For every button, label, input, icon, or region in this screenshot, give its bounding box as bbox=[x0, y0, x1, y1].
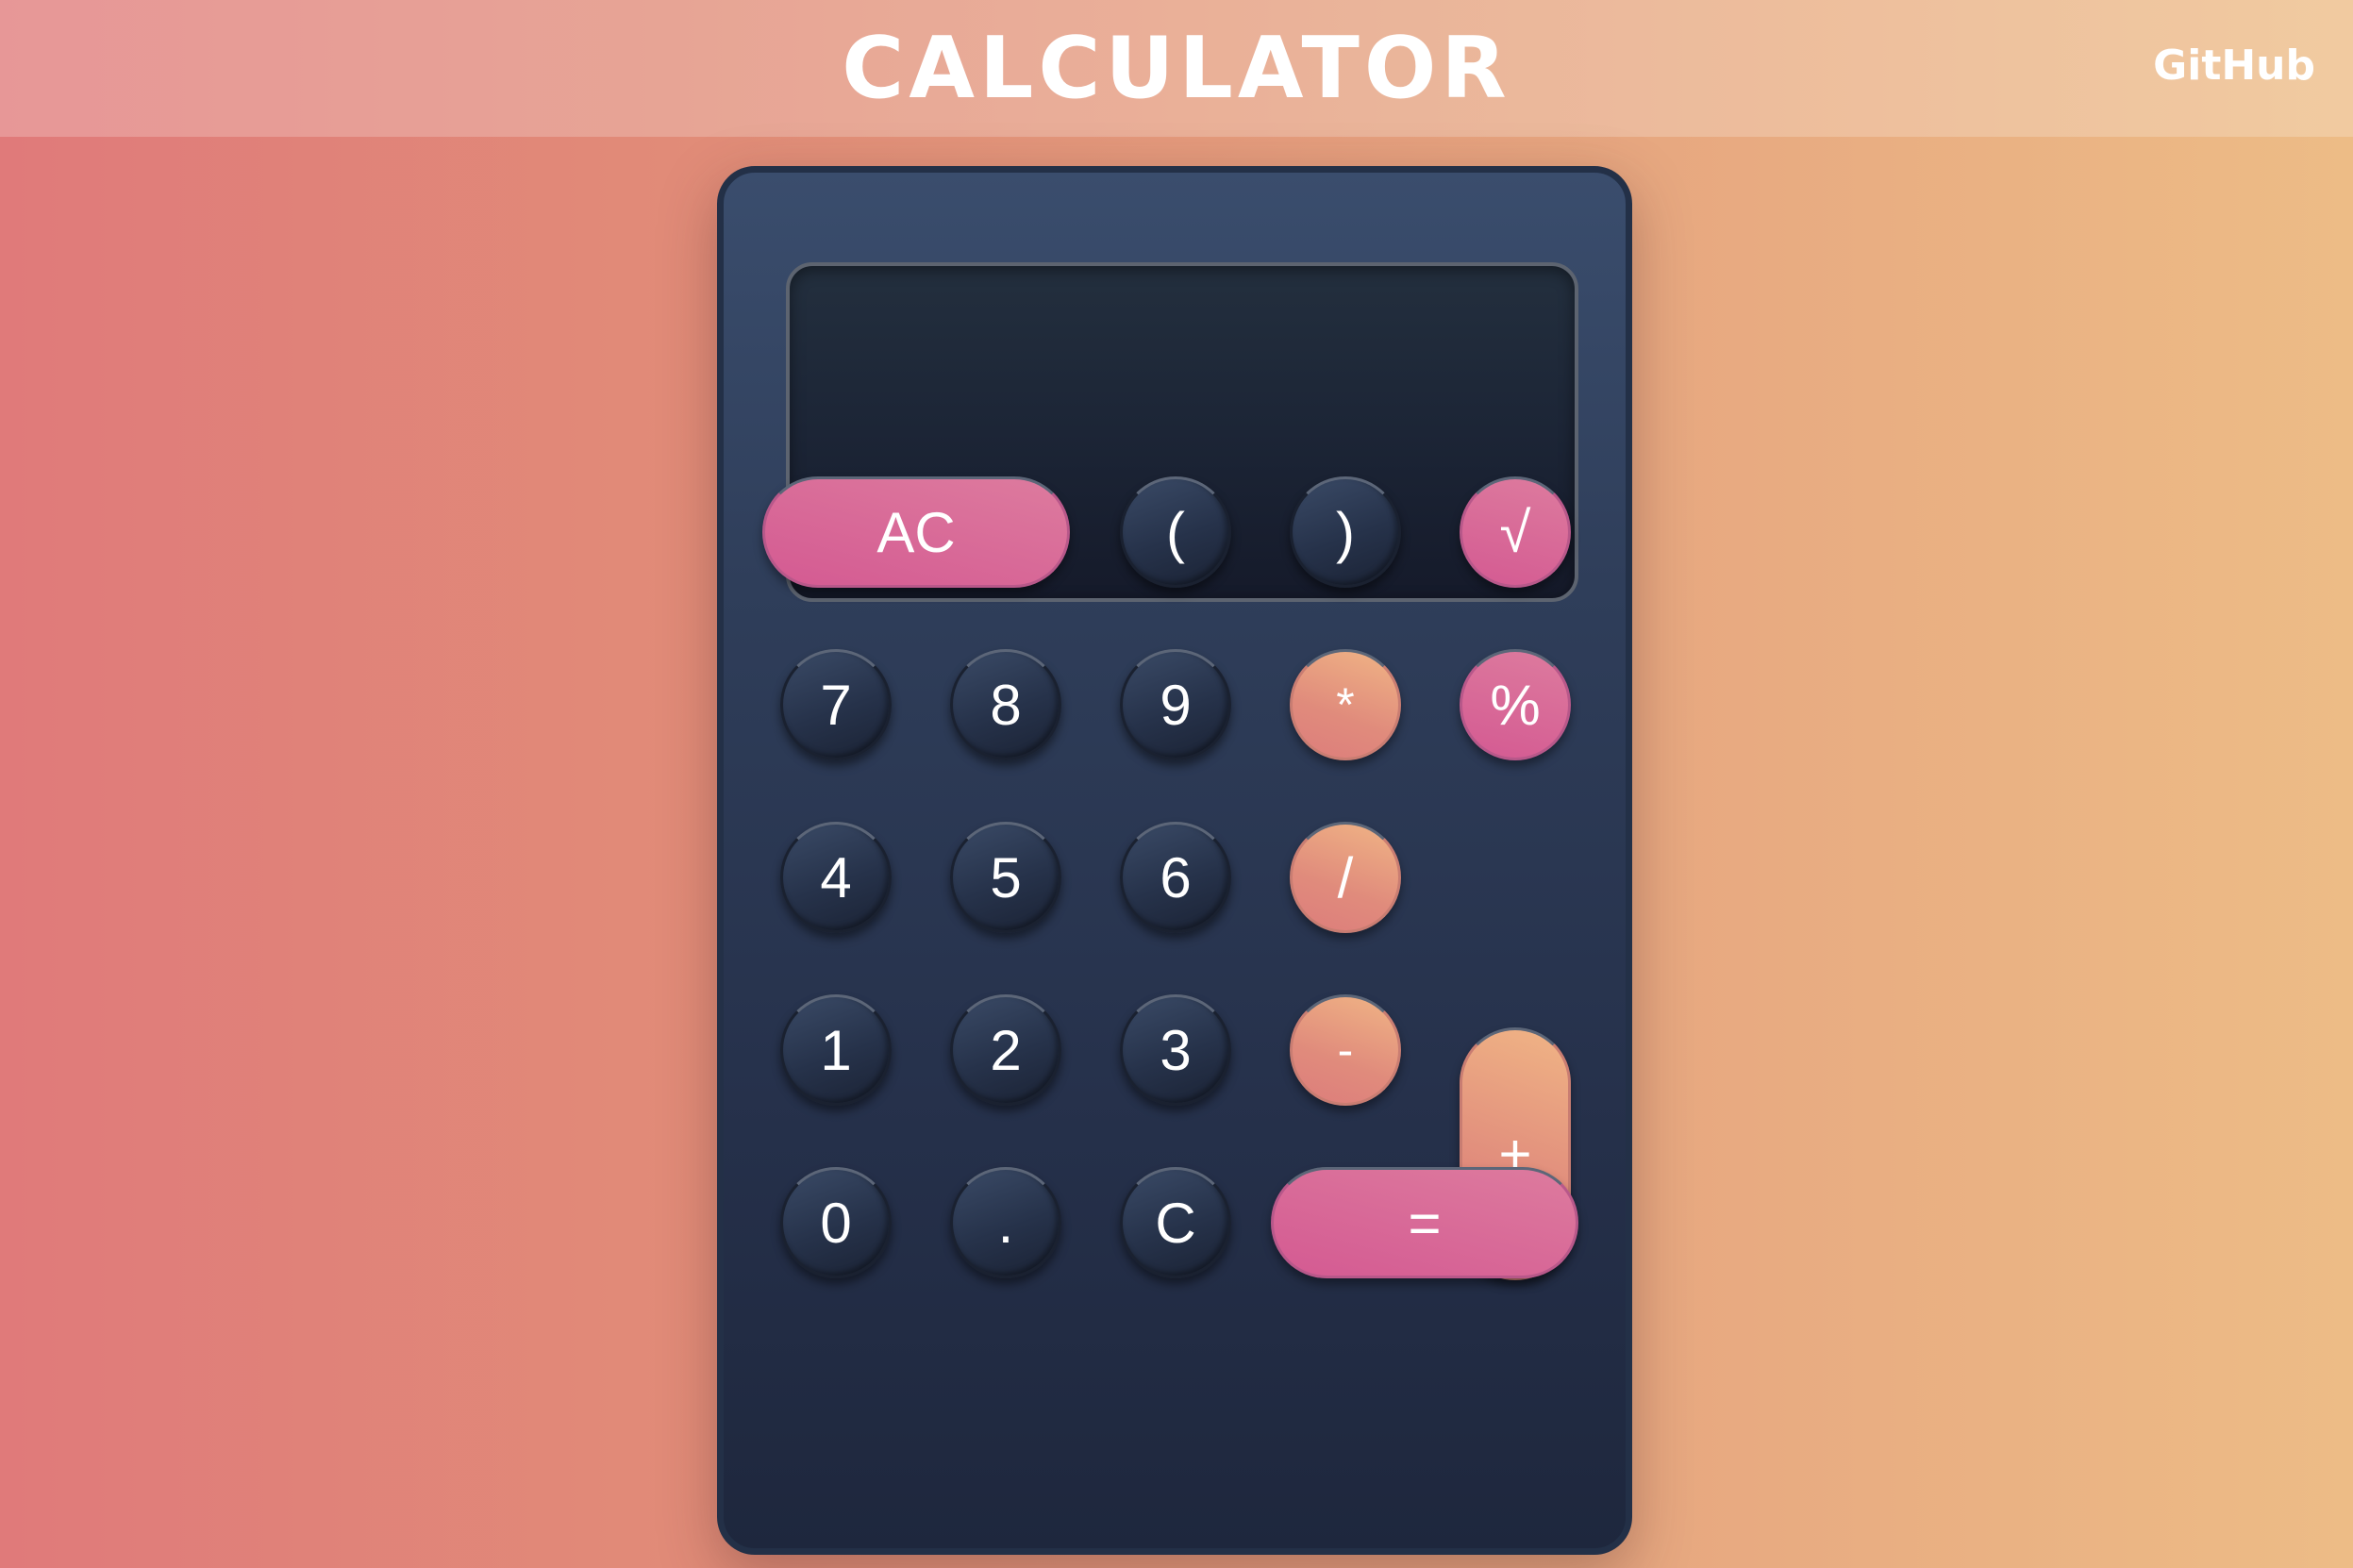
equals-button[interactable]: = bbox=[1271, 1167, 1578, 1278]
digit-6-button[interactable]: 6 bbox=[1120, 822, 1231, 933]
digit-2-button[interactable]: 2 bbox=[950, 994, 1061, 1106]
digit-8-button[interactable]: 8 bbox=[950, 649, 1061, 760]
all-clear-button[interactable]: AC bbox=[762, 476, 1070, 588]
digit-3-button[interactable]: 3 bbox=[1120, 994, 1231, 1106]
digit-9-button[interactable]: 9 bbox=[1120, 649, 1231, 760]
app-title: CALCULATOR bbox=[842, 19, 1511, 118]
digit-1-button[interactable]: 1 bbox=[780, 994, 892, 1106]
multiply-button[interactable]: * bbox=[1290, 649, 1401, 760]
divide-button[interactable]: / bbox=[1290, 822, 1401, 933]
close-paren-button[interactable]: ) bbox=[1290, 476, 1401, 588]
top-bar: CALCULATOR GitHub bbox=[0, 0, 2353, 137]
digit-0-button[interactable]: 0 bbox=[780, 1167, 892, 1278]
digit-5-button[interactable]: 5 bbox=[950, 822, 1061, 933]
clear-entry-button[interactable]: C bbox=[1120, 1167, 1231, 1278]
decimal-point-button[interactable]: . bbox=[950, 1167, 1061, 1278]
calculator-body: AC ( ) √ 7 8 9 * % 4 5 6 / + 1 2 3 - 0 .… bbox=[717, 166, 1632, 1555]
square-root-button[interactable]: √ bbox=[1460, 476, 1571, 588]
minus-button[interactable]: - bbox=[1290, 994, 1401, 1106]
percent-button[interactable]: % bbox=[1460, 649, 1571, 760]
digit-4-button[interactable]: 4 bbox=[780, 822, 892, 933]
github-link[interactable]: GitHub bbox=[2153, 38, 2315, 94]
open-paren-button[interactable]: ( bbox=[1120, 476, 1231, 588]
digit-7-button[interactable]: 7 bbox=[780, 649, 892, 760]
